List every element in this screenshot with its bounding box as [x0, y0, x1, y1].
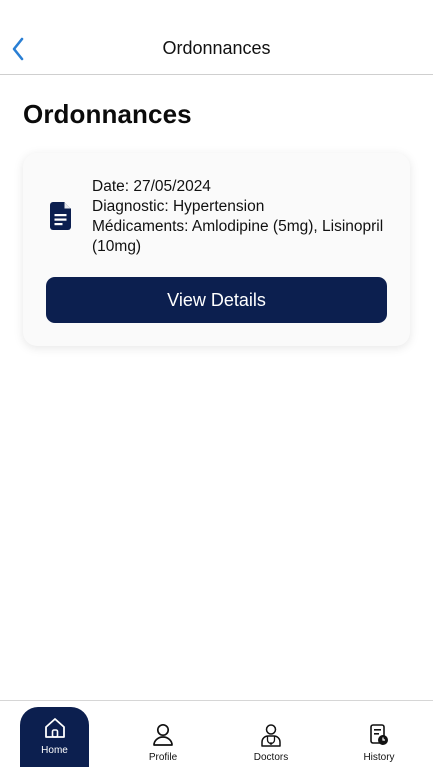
prescription-info: Date: 27/05/2024 Diagnostic: Hypertensio…: [92, 177, 414, 257]
tab-doctors-label: Doctors: [253, 752, 289, 763]
nav-title: Ordonnances: [162, 38, 271, 58]
prescription-date: Date: 27/05/2024: [92, 178, 211, 195]
prescription-diagnostic: Diagnostic: Hypertension: [92, 198, 265, 215]
prescription-medications: Médicaments: Amlodipine (5mg), Lisinopri…: [92, 218, 384, 255]
doctor-icon: [261, 724, 281, 747]
view-details-button[interactable]: View Details: [46, 277, 387, 323]
tab-home-label: Home: [41, 745, 68, 756]
home-icon: [44, 718, 65, 738]
history-icon: [370, 724, 388, 745]
tab-home[interactable]: Home: [20, 707, 89, 767]
tab-profile-label: Profile: [148, 752, 178, 763]
tab-doctors[interactable]: Doctors: [240, 701, 302, 770]
page-title: Ordonnances: [23, 99, 192, 129]
tab-profile[interactable]: Profile: [133, 701, 193, 770]
tab-history-label: History: [363, 752, 395, 763]
tab-bar: Home Profile Doctors History: [0, 700, 433, 770]
prescription-card: Date: 27/05/2024 Diagnostic: Hypertensio…: [23, 153, 410, 346]
person-icon: [153, 723, 173, 746]
document-icon: [50, 202, 71, 230]
tab-history[interactable]: History: [350, 701, 408, 770]
navigation-bar: Ordonnances: [0, 0, 433, 75]
